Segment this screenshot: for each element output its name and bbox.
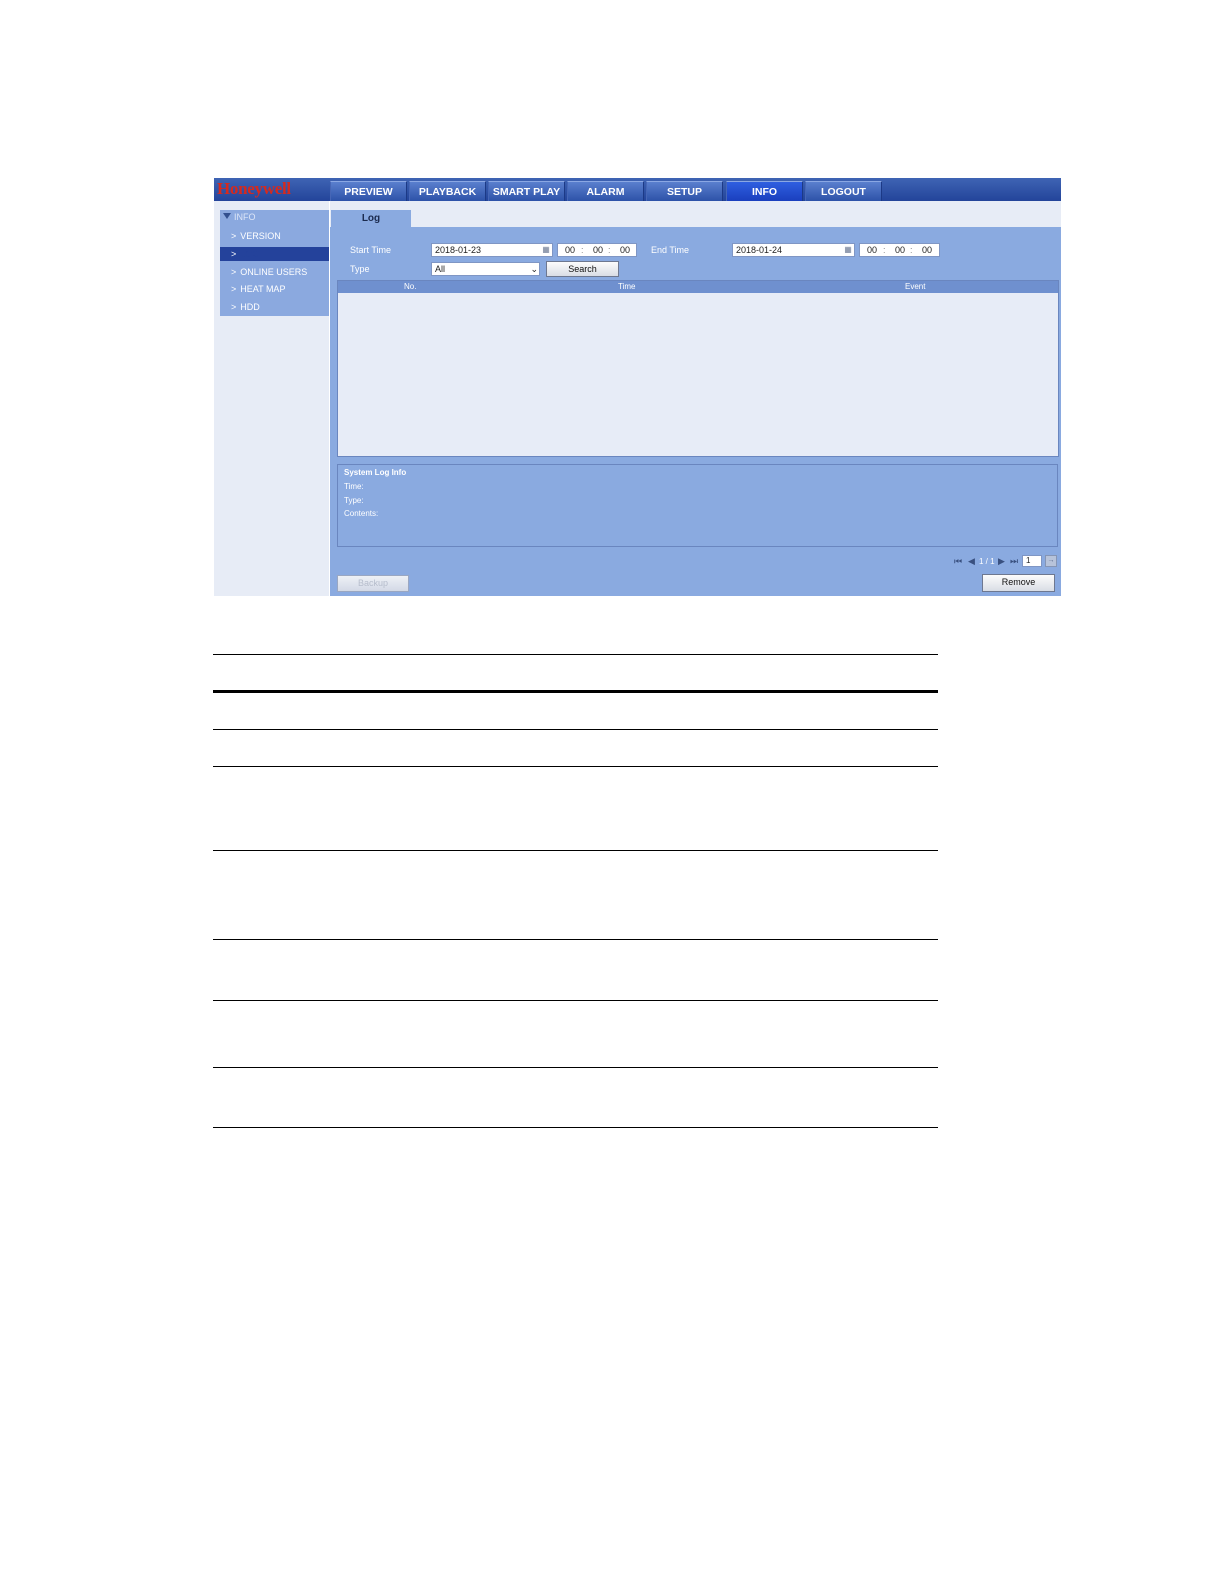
column-header-event: Event <box>905 282 926 291</box>
table-rule <box>213 1127 938 1128</box>
time-separator: : <box>608 245 611 255</box>
table-header: No. Time Event <box>338 281 1058 293</box>
type-label: Type <box>350 264 370 274</box>
sidebar-item-label: HEAT MAP <box>240 284 286 294</box>
honeywell-logo: Honeywell <box>217 179 291 198</box>
sidebar-header[interactable]: INFO <box>223 212 256 226</box>
sidebar-item-label: VERSION <box>240 231 281 241</box>
info-contents-label: Contents: <box>344 509 379 518</box>
sidebar-item-online-users[interactable]: > ONLINE USERS <box>220 265 329 279</box>
remove-button[interactable]: Remove <box>982 574 1055 592</box>
last-page-icon[interactable]: ⏭ <box>1010 556 1018 567</box>
sidebar-header-label: INFO <box>234 212 256 222</box>
end-time-label: End Time <box>651 245 690 255</box>
info-time-label: Time: <box>344 482 364 491</box>
backup-button[interactable]: Backup <box>337 575 409 592</box>
table-rule <box>213 939 938 940</box>
nav-playback[interactable]: PLAYBACK <box>409 181 486 201</box>
sidebar: INFO > VERSION > LOG > ONLINE USERS > HEAT M… <box>220 210 329 316</box>
start-minute[interactable]: 00 <box>593 244 603 256</box>
nav-logout[interactable]: LOGOUT <box>805 181 882 201</box>
start-date-value: 2018-01-23 <box>435 245 482 255</box>
table-rule <box>213 1067 938 1068</box>
end-hour[interactable]: 00 <box>867 244 877 256</box>
table-rule <box>213 850 938 851</box>
system-log-info-title: System Log Info <box>344 468 407 477</box>
chevron-down-icon: ⌄ <box>530 264 538 274</box>
nav-smart-play[interactable]: SMART PLAY <box>488 181 565 201</box>
tab-log[interactable]: Log <box>331 210 411 228</box>
table-rule <box>213 690 938 693</box>
start-time-input[interactable]: 00 : 00 : 00 <box>557 243 637 257</box>
end-date-value: 2018-01-24 <box>736 245 783 255</box>
chevron-right-icon: > <box>231 284 237 294</box>
sidebar-item-log[interactable]: > LOG <box>220 247 329 261</box>
dvr-web-client: Honeywell PREVIEW PLAYBACK SMART PLAY AL… <box>214 178 1061 596</box>
prev-page-icon[interactable]: ◀ <box>968 556 975 567</box>
nav-preview[interactable]: PREVIEW <box>330 181 407 201</box>
table-rule <box>213 654 938 655</box>
log-table: No. Time Event <box>337 280 1059 457</box>
system-log-info: System Log Info Time: Type: Contents: <box>337 464 1058 547</box>
type-select[interactable]: All ⌄ <box>431 262 540 276</box>
start-date-input[interactable]: 2018-01-23 ▦ <box>431 243 553 257</box>
sidebar-item-label: HDD <box>240 302 260 312</box>
top-navigation-bar: Honeywell PREVIEW PLAYBACK SMART PLAY AL… <box>214 178 1061 201</box>
info-type-label: Type: <box>344 496 364 505</box>
column-header-time: Time <box>618 282 636 291</box>
chevron-right-icon: > <box>231 249 237 259</box>
collapse-triangle-icon <box>223 213 231 219</box>
sidebar-item-label: ONLINE USERS <box>240 267 308 277</box>
nav-info[interactable]: INFO <box>726 181 803 201</box>
end-time-input[interactable]: 00 : 00 : 00 <box>859 243 940 257</box>
table-rule <box>213 766 938 767</box>
sidebar-item-label: LOG <box>240 249 260 259</box>
time-separator: : <box>883 245 886 255</box>
first-page-icon[interactable]: ⏮ <box>954 556 962 567</box>
end-date-input[interactable]: 2018-01-24 ▦ <box>732 243 855 257</box>
next-page-icon[interactable]: ▶ <box>998 556 1005 567</box>
nav-alarm[interactable]: ALARM <box>567 181 644 201</box>
search-button[interactable]: Search <box>546 261 619 277</box>
calendar-icon[interactable]: ▦ <box>843 245 853 255</box>
end-minute[interactable]: 00 <box>895 244 905 256</box>
page-indicator: 1 / 1 <box>979 557 995 566</box>
nav-setup[interactable]: SETUP <box>646 181 723 201</box>
page-number-input[interactable]: 1 <box>1022 555 1042 567</box>
start-time-label: Start Time <box>350 245 392 255</box>
chevron-right-icon: > <box>231 267 237 277</box>
table-rule <box>213 729 938 730</box>
column-header-no: No. <box>404 282 417 291</box>
table-rule <box>213 1000 938 1001</box>
time-separator: : <box>581 245 584 255</box>
chevron-right-icon: > <box>231 231 237 241</box>
sidebar-item-heat-map[interactable]: > HEAT MAP <box>220 282 329 296</box>
type-select-value: All <box>435 264 446 274</box>
start-second[interactable]: 00 <box>620 244 630 256</box>
time-separator: : <box>910 245 913 255</box>
calendar-icon[interactable]: ▦ <box>541 245 551 255</box>
go-icon[interactable]: → <box>1045 555 1057 567</box>
sidebar-item-hdd[interactable]: > HDD <box>220 300 329 314</box>
sidebar-item-version[interactable]: > VERSION <box>220 229 329 243</box>
start-hour[interactable]: 00 <box>565 244 575 256</box>
chevron-right-icon: > <box>231 302 237 312</box>
end-second[interactable]: 00 <box>922 244 932 256</box>
